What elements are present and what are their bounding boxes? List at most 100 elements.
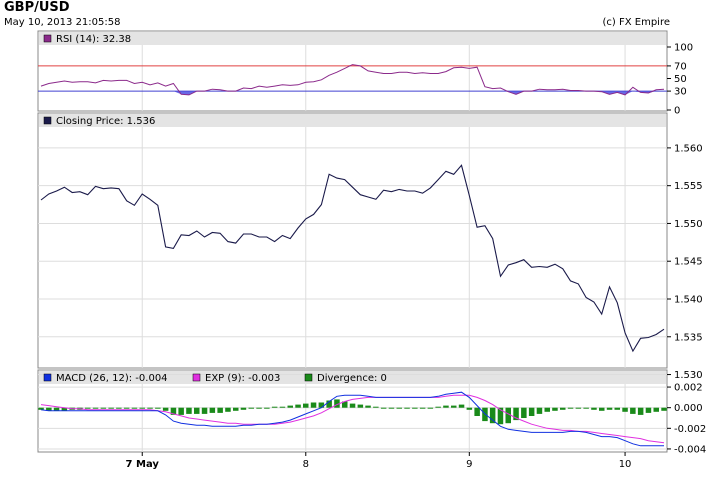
divergence-bar [186,407,192,414]
divergence-bar [287,405,293,408]
divergence-bar [85,407,91,409]
rsi-ytick-label: 70 [674,61,687,72]
price-ytick-label: 1.535 [674,332,703,343]
divergence-bar [310,402,317,408]
divergence-bar [209,407,216,413]
price-legend-swatch [43,116,52,125]
divergence-bar [178,407,184,415]
divergence-bar [388,407,395,409]
rsi-legend-label: RSI (14): 32.38 [56,34,131,45]
price-ytick-label: 1.550 [674,219,703,230]
macd-ytick-label: 0.002 [674,383,703,394]
divergence-bar [645,407,652,413]
divergence-bar [435,406,441,408]
rsi-ytick-label: 30 [674,87,687,98]
divergence-bar [233,407,239,411]
divergence-bar [92,407,99,409]
exp-legend-swatch [192,373,201,382]
rsi-ytick-label: 50 [674,74,687,85]
divergence-bar [108,407,114,409]
divergence-bar [240,407,247,410]
rsi-legend-bar [39,32,666,45]
divergence-bar [521,407,527,418]
divergence-bar [100,407,107,409]
xtick-label: 8 [303,459,309,470]
macd-legend-label: MACD (26, 12): -0.004 [56,373,168,384]
divergence-bar [147,407,153,409]
divergence-bar [536,407,543,414]
divergence-bar [575,407,582,409]
divergence-bar [653,407,659,412]
divergence-bar [318,402,325,408]
divergence-bar [264,407,270,409]
rsi-ytick-label: 100 [674,43,693,54]
divergence-bar [489,407,496,424]
divergence-bar [365,405,371,408]
divergence-bar [630,407,636,414]
divergence-bar [357,404,364,408]
divergence-legend-swatch [304,373,313,382]
divergence-bar [404,407,410,409]
divergence-bar [349,403,356,408]
divergence-bar [419,407,426,409]
divergence-bar [373,406,379,408]
divergence-bar [303,403,309,408]
divergence-bar [248,407,254,409]
divergence-bar [622,407,628,412]
divergence-bar [139,407,145,409]
divergence-bar [201,407,208,414]
macd-ytick-label: 0.000 [674,403,703,414]
divergence-bar [528,407,535,416]
divergence-bar [466,407,473,410]
chart-canvas: 100 70 50 30 0 RSI (14): 32.38 1.560 1.555 1.550… [37,30,706,470]
divergence-bar [661,407,667,411]
divergence-bar [451,405,457,408]
xtick-label: 10 [619,459,632,470]
divergence-bar [443,405,449,408]
divergence-bar [225,407,231,412]
divergence-bar [155,407,161,409]
divergence-bar [295,404,301,408]
divergence-bar [256,407,262,409]
divergence-bar [544,407,550,412]
divergence-bar [271,406,278,408]
divergence-bar [583,407,589,409]
xtick-label: 7 May [126,459,160,470]
divergence-bar [116,407,122,409]
divergence-bar [162,407,169,411]
xtick-label: 9 [466,459,472,470]
divergence-bar [474,407,480,416]
divergence-bar [599,407,605,411]
price-ytick-label: 1.545 [674,257,703,268]
divergence-bar [194,407,200,414]
divergence-bar [380,407,387,409]
price-ytick-label: 1.530 [674,370,703,381]
divergence-bar [396,407,402,409]
divergence-bar [427,407,434,409]
macd-ytick-label: -0.002 [674,424,706,435]
divergence-bar [458,404,465,408]
divergence-bar [123,407,130,409]
divergence-bar [606,407,613,410]
divergence-bar [560,407,566,410]
price-ytick-label: 1.560 [674,143,703,154]
price-ytick-label: 1.555 [674,181,703,192]
price-ytick-label: 1.540 [674,295,703,306]
divergence-bar [412,407,418,409]
price-legend-label: Closing Price: 1.536 [56,116,155,127]
divergence-bar [279,406,286,408]
divergence-bar [637,407,644,415]
macd-legend-swatch [43,373,52,382]
macd-ytick-label: -0.004 [674,444,706,455]
divergence-legend-label: Divergence: 0 [317,373,387,384]
price-panel [37,112,668,369]
divergence-bar [131,407,138,409]
exp-legend-label: EXP (9): -0.003 [205,373,280,384]
divergence-bar [217,407,223,413]
divergence-bar [567,407,574,409]
divergence-bar [614,407,620,410]
divergence-bar [552,407,558,411]
divergence-bar [591,407,597,410]
rsi-ytick-label: 0 [674,106,680,117]
rsi-legend-swatch [43,34,52,43]
